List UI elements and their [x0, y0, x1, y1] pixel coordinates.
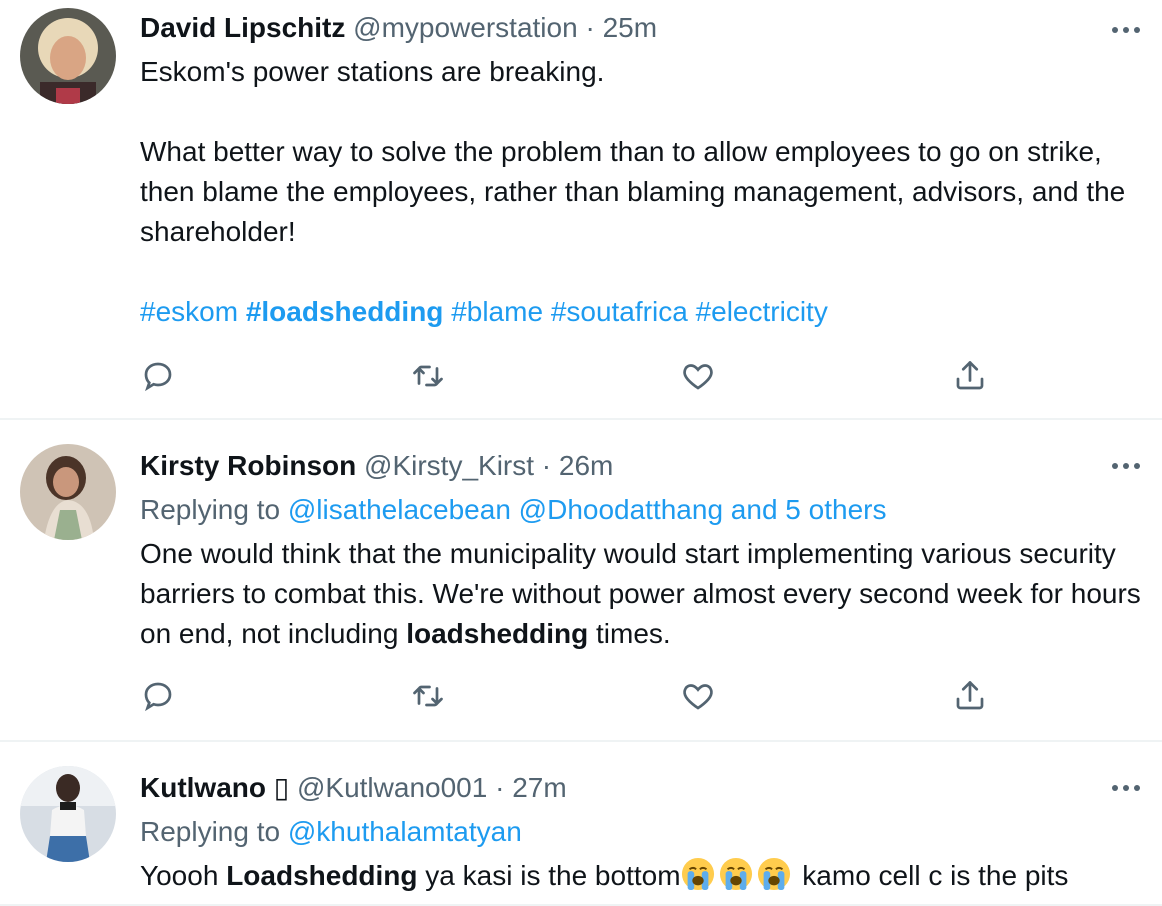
more-options-button[interactable]	[1106, 768, 1146, 808]
user-handle[interactable]: @mypowerstation	[353, 12, 578, 43]
tweet-actions	[140, 356, 1000, 396]
tweet-text: Yoooh Loadshedding ya kasi is the bottom…	[140, 856, 1150, 896]
tweet-header: Kutlwano ▯ @Kutlwano001 · 27m	[140, 768, 567, 808]
hashtag-link[interactable]: #loadshedding	[246, 296, 444, 327]
reply-icon	[144, 682, 172, 712]
loudly-crying-face-emoji	[757, 857, 790, 891]
like-icon	[683, 684, 713, 710]
more-options-button[interactable]	[1106, 446, 1146, 486]
tweet-text: One would think that the municipality wo…	[140, 534, 1150, 654]
more-icon	[1112, 785, 1140, 791]
timestamp[interactable]: 25m	[603, 12, 657, 43]
hashtag-link[interactable]: #blame	[451, 296, 543, 327]
hashtag-link[interactable]: #eskom	[140, 296, 238, 327]
reply-button[interactable]	[138, 676, 178, 716]
display-name[interactable]: David Lipschitz	[140, 12, 345, 43]
replying-to-label: Replying to	[140, 816, 281, 847]
tweet-header: David Lipschitz @mypowerstation · 25m	[140, 8, 657, 48]
display-name[interactable]: Kutlwano	[140, 772, 266, 803]
like-button[interactable]	[678, 356, 718, 396]
tweet-text-segment: ya kasi is the bottom	[417, 860, 681, 891]
more-options-button[interactable]	[1106, 10, 1146, 50]
avatar[interactable]	[20, 8, 116, 104]
reply-icon	[144, 362, 172, 392]
replying-to: Replying to @lisathelacebean @Dhoodattha…	[140, 490, 886, 530]
hashtag-link[interactable]: #soutafrica	[551, 296, 688, 327]
tweet-text-segment: Yoooh	[140, 860, 227, 891]
display-name[interactable]: Kirsty Robinson	[140, 450, 356, 481]
loudly-crying-face-emoji	[719, 857, 752, 891]
retweet-icon	[413, 685, 443, 707]
tweet[interactable]: Kirsty Robinson @Kirsty_Kirst · 26m Repl…	[0, 420, 1162, 742]
retweet-button[interactable]	[408, 676, 448, 716]
retweet-button[interactable]	[408, 356, 448, 396]
loudly-crying-face-emoji	[681, 857, 714, 891]
timestamp[interactable]: 26m	[559, 450, 613, 481]
tweet-actions	[140, 676, 1000, 716]
more-icon	[1112, 27, 1140, 33]
share-button[interactable]	[950, 356, 990, 396]
user-handle[interactable]: @Kutlwano001	[297, 772, 487, 803]
timestamp[interactable]: 27m	[512, 772, 566, 803]
tweet-text: Eskom's power stations are breaking. Wha…	[140, 52, 1150, 332]
replying-to-label: Replying to	[140, 494, 281, 525]
tweet[interactable]: Kutlwano ▯ @Kutlwano001 · 27m Replying t…	[0, 742, 1162, 906]
user-handle[interactable]: @Kirsty_Kirst	[364, 450, 534, 481]
name-glyph: ▯	[273, 772, 290, 803]
hashtags: #eskom #loadshedding #blame #soutafrica …	[140, 292, 1150, 332]
share-icon	[956, 681, 984, 710]
highlighted-keyword: Loadshedding	[226, 860, 418, 891]
replying-to-link[interactable]: @khuthalamtatyan	[288, 816, 522, 847]
separator: ·	[585, 12, 595, 43]
tweet[interactable]: David Lipschitz @mypowerstation · 25m Es…	[0, 0, 1162, 420]
separator: ·	[495, 772, 505, 803]
replying-to-link[interactable]: @lisathelacebean @Dhoodatthang and 5 oth…	[288, 494, 887, 525]
highlighted-keyword: loadshedding	[406, 618, 589, 649]
avatar[interactable]	[20, 766, 116, 862]
separator: ·	[541, 450, 552, 481]
avatar[interactable]	[20, 444, 116, 540]
hashtag-link[interactable]: #electricity	[696, 296, 828, 327]
reply-button[interactable]	[138, 356, 178, 396]
share-button[interactable]	[950, 676, 990, 716]
more-icon	[1112, 463, 1140, 469]
replying-to: Replying to @khuthalamtatyan	[140, 812, 522, 852]
like-button[interactable]	[678, 676, 718, 716]
tweet-header: Kirsty Robinson @Kirsty_Kirst · 26m	[140, 446, 613, 486]
retweet-icon	[413, 365, 443, 387]
tweet-text-paragraph: What better way to solve the problem tha…	[140, 136, 1126, 247]
tweet-text-segment: kamo cell c is the pits	[794, 860, 1069, 891]
tweet-text-segment: times.	[588, 618, 671, 649]
share-icon	[956, 361, 984, 390]
like-icon	[683, 364, 713, 390]
tweet-text-line: Eskom's power stations are breaking.	[140, 56, 605, 87]
